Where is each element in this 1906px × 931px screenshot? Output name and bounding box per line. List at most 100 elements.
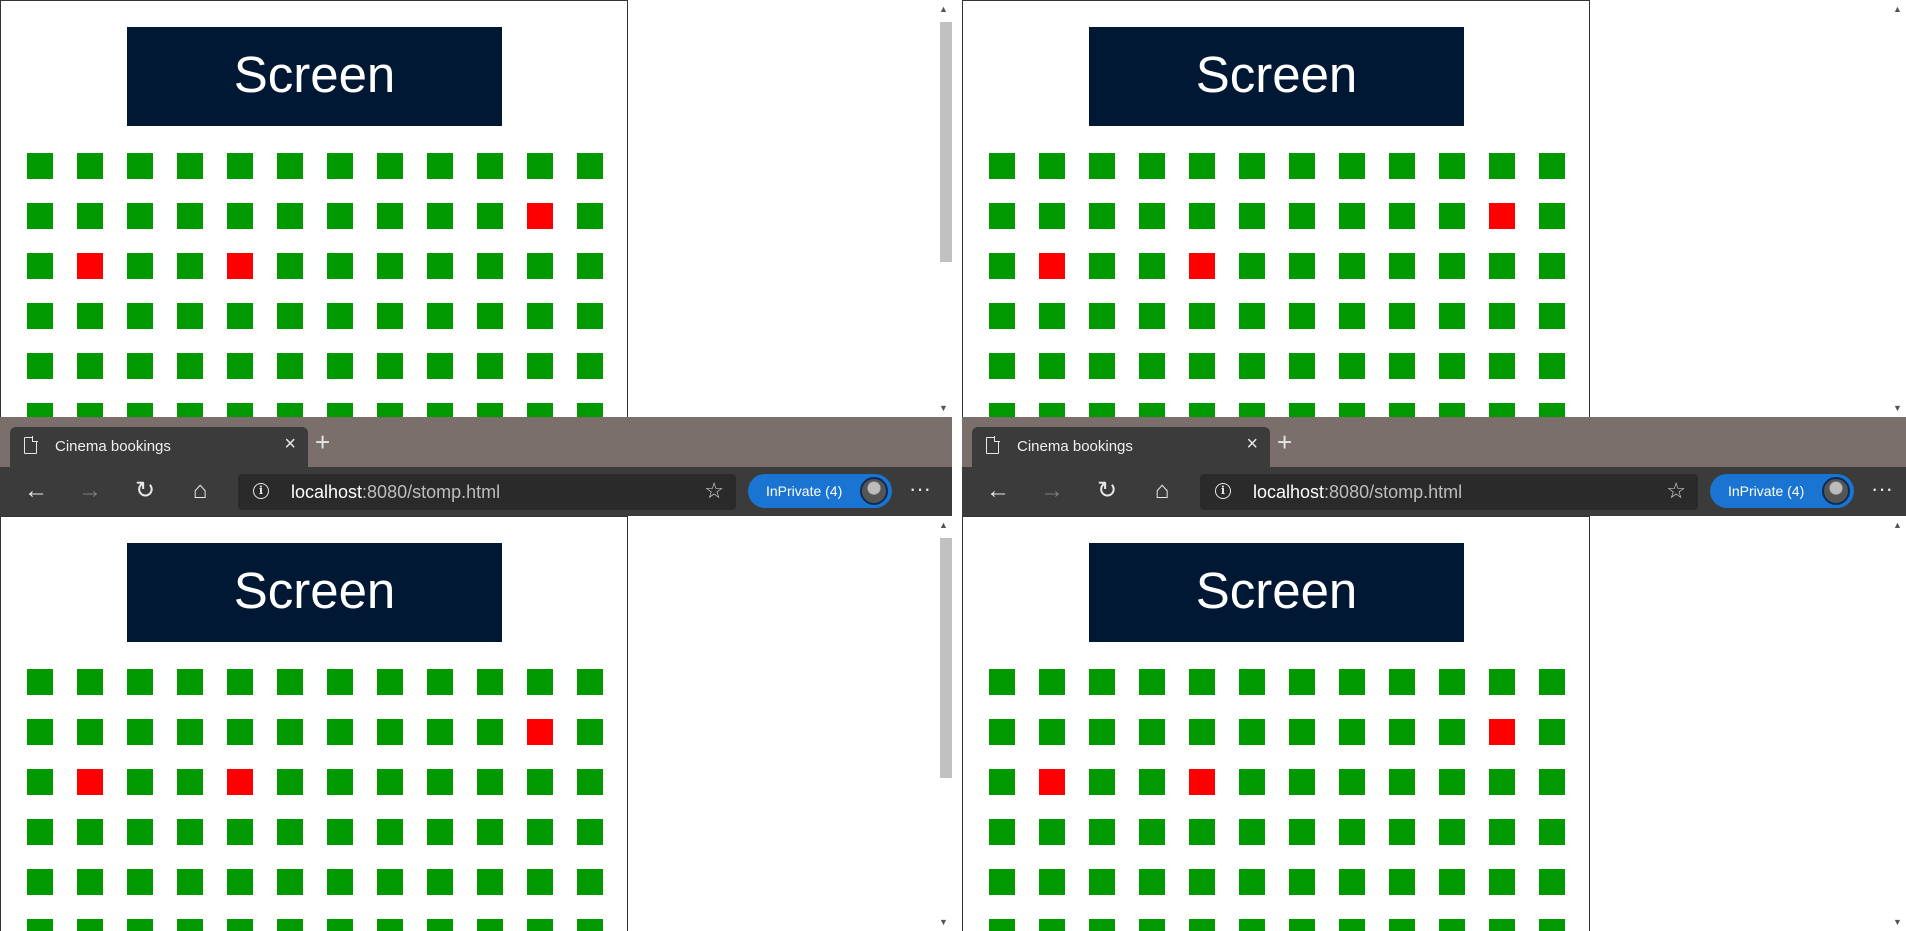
seat-available[interactable] — [177, 919, 203, 931]
seat-available[interactable] — [989, 203, 1015, 229]
seat-available[interactable] — [1339, 769, 1365, 795]
seat-available[interactable] — [1289, 153, 1315, 179]
seat-available[interactable] — [477, 153, 503, 179]
seat-available[interactable] — [1339, 919, 1365, 931]
seat-available[interactable] — [127, 869, 153, 895]
seat-available[interactable] — [1389, 153, 1415, 179]
seat-available[interactable] — [327, 353, 353, 379]
seat-available[interactable] — [77, 669, 103, 695]
seat-available[interactable] — [227, 403, 253, 417]
seat-available[interactable] — [127, 919, 153, 931]
seat-available[interactable] — [327, 919, 353, 931]
seat-available[interactable] — [427, 303, 453, 329]
seat-available[interactable] — [77, 819, 103, 845]
seat-available[interactable] — [1539, 403, 1565, 417]
seat-available[interactable] — [1489, 819, 1515, 845]
seat-available[interactable] — [1239, 153, 1265, 179]
seat-available[interactable] — [1389, 919, 1415, 931]
seat-available[interactable] — [1539, 203, 1565, 229]
seat-available[interactable] — [277, 303, 303, 329]
seat-available[interactable] — [377, 869, 403, 895]
seat-available[interactable] — [577, 669, 603, 695]
seat-available[interactable] — [1189, 819, 1215, 845]
seat-available[interactable] — [1189, 203, 1215, 229]
vertical-scrollbar[interactable]: ▲ ▼ — [1890, 0, 1906, 417]
avatar[interactable] — [1822, 477, 1850, 505]
seat-available[interactable] — [127, 353, 153, 379]
seat-available[interactable] — [577, 819, 603, 845]
seat-available[interactable] — [277, 353, 303, 379]
scroll-down-arrow-icon[interactable]: ▼ — [939, 403, 948, 413]
seat-available[interactable] — [377, 253, 403, 279]
home-button[interactable]: ⌂ — [1147, 476, 1177, 506]
seat-available[interactable] — [1239, 819, 1265, 845]
seat-available[interactable] — [1539, 819, 1565, 845]
seat-available[interactable] — [1389, 253, 1415, 279]
favorite-star-icon[interactable]: ☆ — [1666, 479, 1686, 503]
seat-available[interactable] — [1389, 719, 1415, 745]
seat-available[interactable] — [127, 669, 153, 695]
seat-available[interactable] — [1439, 869, 1465, 895]
seat-available[interactable] — [27, 253, 53, 279]
refresh-button[interactable]: ↻ — [130, 476, 160, 506]
seat-available[interactable] — [227, 919, 253, 931]
seat-available[interactable] — [1039, 203, 1065, 229]
seat-available[interactable] — [1439, 769, 1465, 795]
seat-available[interactable] — [77, 153, 103, 179]
seat-taken[interactable] — [527, 719, 553, 745]
seat-available[interactable] — [477, 303, 503, 329]
seat-available[interactable] — [1389, 769, 1415, 795]
seat-taken[interactable] — [1189, 253, 1215, 279]
scroll-down-arrow-icon[interactable]: ▼ — [1893, 403, 1902, 413]
seat-available[interactable] — [427, 919, 453, 931]
scroll-down-arrow-icon[interactable]: ▼ — [939, 917, 948, 927]
seat-available[interactable] — [577, 919, 603, 931]
seat-available[interactable] — [1339, 819, 1365, 845]
seat-available[interactable] — [1139, 403, 1165, 417]
scroll-thumb[interactable] — [940, 22, 952, 262]
seat-available[interactable] — [1539, 253, 1565, 279]
seat-available[interactable] — [1089, 303, 1115, 329]
seat-available[interactable] — [577, 403, 603, 417]
seat-available[interactable] — [1489, 253, 1515, 279]
seat-available[interactable] — [1539, 769, 1565, 795]
seat-available[interactable] — [477, 203, 503, 229]
seat-available[interactable] — [277, 919, 303, 931]
refresh-button[interactable]: ↻ — [1092, 476, 1122, 506]
seat-available[interactable] — [527, 919, 553, 931]
seat-available[interactable] — [1289, 719, 1315, 745]
seat-available[interactable] — [1489, 869, 1515, 895]
close-tab-icon[interactable]: × — [284, 434, 296, 454]
seat-available[interactable] — [1289, 403, 1315, 417]
seat-available[interactable] — [1439, 819, 1465, 845]
seat-available[interactable] — [477, 719, 503, 745]
seat-available[interactable] — [377, 353, 403, 379]
seat-available[interactable] — [577, 253, 603, 279]
seat-available[interactable] — [77, 353, 103, 379]
forward-button[interactable]: → — [75, 476, 105, 506]
seat-available[interactable] — [577, 153, 603, 179]
seat-available[interactable] — [1189, 353, 1215, 379]
seat-available[interactable] — [1289, 303, 1315, 329]
seat-available[interactable] — [1539, 153, 1565, 179]
seat-available[interactable] — [177, 819, 203, 845]
seat-available[interactable] — [1339, 303, 1365, 329]
seat-available[interactable] — [1489, 303, 1515, 329]
seat-available[interactable] — [77, 869, 103, 895]
seat-available[interactable] — [527, 819, 553, 845]
seat-available[interactable] — [989, 153, 1015, 179]
seat-available[interactable] — [1239, 303, 1265, 329]
seat-available[interactable] — [989, 403, 1015, 417]
seat-available[interactable] — [989, 869, 1015, 895]
inprivate-button[interactable]: InPrivate (4) — [748, 474, 892, 508]
new-tab-button[interactable]: + — [315, 429, 330, 455]
seat-available[interactable] — [427, 153, 453, 179]
seat-available[interactable] — [1039, 919, 1065, 931]
seat-available[interactable] — [1089, 353, 1115, 379]
address-bar[interactable]: i localhost:8080/stomp.html ☆ — [1200, 474, 1698, 510]
seat-available[interactable] — [377, 203, 403, 229]
seat-available[interactable] — [1089, 203, 1115, 229]
seat-available[interactable] — [1439, 253, 1465, 279]
seat-available[interactable] — [1139, 303, 1165, 329]
seat-available[interactable] — [1139, 719, 1165, 745]
